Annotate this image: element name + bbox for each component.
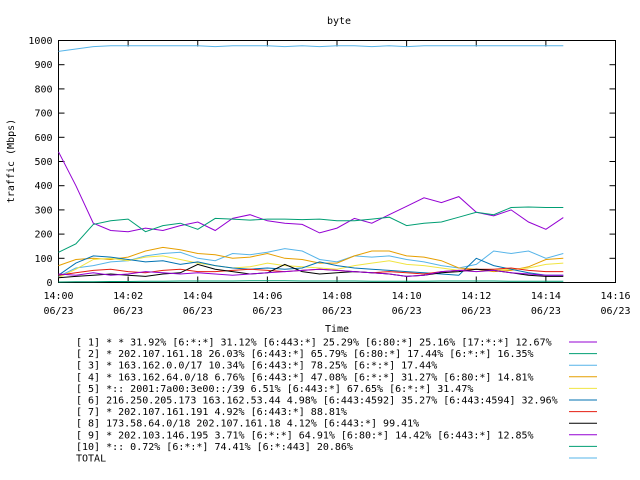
chart-title: byte: [327, 16, 351, 27]
y-tick-label: 300: [34, 205, 52, 216]
x-tick-date: 06/23: [322, 306, 352, 317]
legend-label: [ 4] * 163.162.64.0/18 6.76% [6:443:*] 4…: [76, 372, 534, 383]
x-tick-label: 14:06: [252, 291, 282, 302]
traffic-chart: byte 0 100 200 300 400 500 600 700 800 900 1000 14…: [6, 16, 631, 465]
y-tick-label: 600: [34, 133, 52, 144]
x-tick-date: 06/23: [113, 306, 143, 317]
x-tick-label: 14:10: [392, 291, 422, 302]
x-tick-date: 06/23: [43, 306, 73, 317]
y-tick-label: 700: [34, 109, 52, 120]
x-tick-date: 06/23: [252, 306, 282, 317]
x-tick-date: 06/23: [531, 306, 561, 317]
legend-label: [ 1] * * 31.92% [6:*:*] 31.12% [6:443:*]…: [76, 338, 552, 349]
y-tick-label: 0: [46, 278, 52, 289]
x-tick-label: 14:12: [461, 291, 491, 302]
x-tick-date: 06/23: [461, 306, 491, 317]
y-tick-label: 400: [34, 181, 52, 192]
x-tick-date: 06/23: [392, 306, 422, 317]
x-tick-date: 06/23: [183, 306, 213, 317]
x-tick-date: 06/23: [600, 306, 630, 317]
legend-label: [ 3] * 163.162.0.0/17 10.34% [6:443:*] 7…: [76, 361, 437, 372]
x-tick-label: 14:16: [600, 291, 630, 302]
x-tick-label: 14:08: [322, 291, 352, 302]
legend-label: TOTAL: [76, 454, 106, 465]
x-tick-label: 14:00: [43, 291, 73, 302]
series-lines: [58, 45, 564, 283]
x-axis-label: Time: [325, 324, 349, 335]
y-tick-label: 100: [34, 254, 52, 265]
legend-label: [ 5] *:: 2001:7a00:3e00::/39 6.51% [6:44…: [76, 384, 473, 395]
y-tick-label: 200: [34, 230, 52, 241]
y-tick-label: 900: [34, 60, 52, 71]
y-tick-label: 800: [34, 84, 52, 95]
legend-label: [ 9] * 202.103.146.195 3.71% [6:*:*] 64.…: [76, 430, 534, 441]
x-tick-label: 14:14: [531, 291, 561, 302]
legend-label: [ 7] * 202.107.161.191 4.92% [6:443:*] 8…: [76, 407, 347, 418]
plot-frame: [58, 40, 616, 283]
legend-label: [10] *:: 0.72% [6:*:*] 74.41% [6:*:443] …: [76, 442, 353, 453]
series-line: [58, 151, 564, 234]
legend: [ 1] * * 31.92% [6:*:*] 31.12% [6:443:*]…: [76, 338, 597, 465]
legend-label: [ 2] * 202.107.161.18 26.03% [6:443:*] 6…: [76, 349, 534, 360]
series-line: [58, 206, 564, 253]
y-tick-label: 500: [34, 157, 52, 168]
legend-label: [ 6] 216.250.205.173 163.162.53.44 4.98%…: [76, 396, 558, 407]
series-line: [58, 255, 564, 279]
y-tick-label: 1000: [28, 36, 52, 47]
series-line: [58, 267, 564, 276]
y-axis-label: traffic (Mbps): [6, 119, 17, 203]
x-tick-label: 14:04: [183, 291, 213, 302]
series-line: [58, 280, 564, 283]
legend-label: [ 8] 173.58.64.0/18 202.107.161.18 4.12%…: [76, 419, 419, 430]
x-tick-label: 14:02: [113, 291, 143, 302]
series-line: [58, 45, 564, 52]
